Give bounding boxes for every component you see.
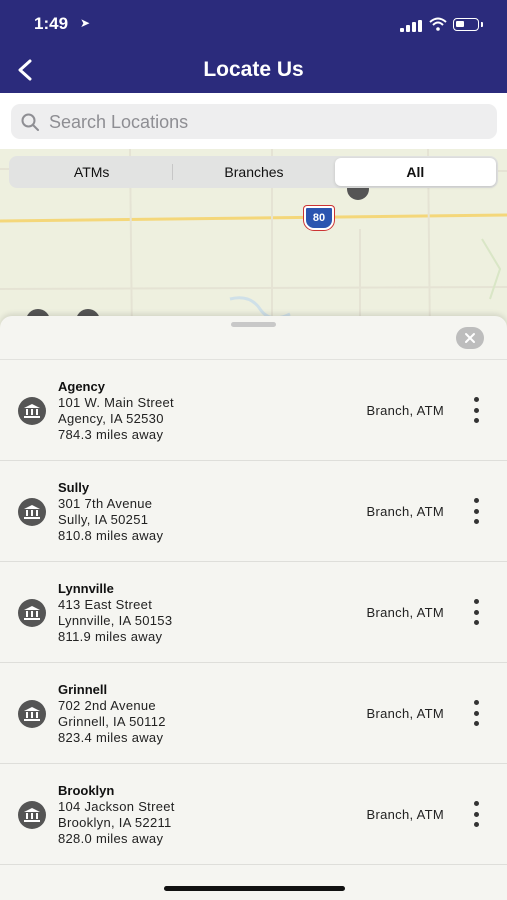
list-item[interactable]: Agency 101 W. Main Street Agency, IA 525… [0, 360, 507, 461]
more-options-button[interactable] [468, 498, 484, 524]
close-icon [465, 333, 475, 343]
bank-icon [18, 397, 46, 425]
location-city: Agency, IA 52530 [58, 411, 164, 426]
location-address: 702 2nd Avenue [58, 698, 156, 713]
location-distance: 784.3 miles away [58, 427, 164, 442]
location-type: Branch, ATM [366, 403, 444, 418]
search-icon [21, 113, 39, 131]
location-arrow-icon: ➤ [80, 16, 91, 30]
location-name: Lynnville [58, 581, 114, 596]
search-input[interactable] [47, 104, 491, 141]
page-title: Locate Us [203, 58, 304, 81]
location-distance: 811.9 miles away [58, 629, 163, 644]
battery-icon [453, 18, 479, 31]
location-name: Agency [58, 379, 105, 394]
list-item[interactable]: Sully 301 7th Avenue Sully, IA 50251 810… [0, 461, 507, 562]
more-options-button[interactable] [468, 397, 484, 423]
bank-icon [18, 700, 46, 728]
app-header: 1:49 ➤ Locate Us [0, 0, 507, 93]
cellular-signal-icon [400, 20, 424, 32]
location-address: 101 W. Main Street [58, 395, 174, 410]
location-name: Grinnell [58, 682, 108, 697]
location-city: Brooklyn, IA 52211 [58, 815, 172, 830]
location-name: Brooklyn [58, 783, 115, 798]
location-type: Branch, ATM [366, 807, 444, 822]
location-city: Lynnville, IA 50153 [58, 613, 173, 628]
more-options-button[interactable] [468, 700, 484, 726]
highway-shield-icon: 80 [304, 206, 334, 230]
location-type: Branch, ATM [366, 706, 444, 721]
status-time: 1:49 [34, 14, 69, 33]
location-address: 104 Jackson Street [58, 799, 175, 814]
bank-icon [18, 498, 46, 526]
location-name: Sully [58, 480, 90, 495]
location-city: Grinnell, IA 50112 [58, 714, 166, 729]
location-filter-segmented-control: ATMs Branches All [9, 156, 498, 188]
location-distance: 823.4 miles away [58, 730, 164, 745]
more-options-button[interactable] [468, 599, 484, 625]
location-distance: 810.8 miles away [58, 528, 164, 543]
location-address: 413 East Street [58, 597, 153, 612]
wifi-icon [429, 17, 447, 31]
list-item[interactable]: Brooklyn 104 Jackson Street Brooklyn, IA… [0, 764, 507, 865]
location-address: 301 7th Avenue [58, 496, 153, 511]
tab-all[interactable]: All [334, 158, 496, 186]
location-type: Branch, ATM [366, 605, 444, 620]
location-distance: 828.0 miles away [58, 831, 164, 846]
list-item[interactable]: Grinnell 702 2nd Avenue Grinnell, IA 501… [0, 663, 507, 764]
bank-icon [18, 599, 46, 627]
home-indicator[interactable] [164, 886, 345, 891]
bank-icon [18, 801, 46, 829]
close-button[interactable] [456, 327, 484, 349]
search-bar [0, 93, 507, 149]
tab-branches[interactable]: Branches [173, 158, 334, 186]
sheet-grabber-handle[interactable] [231, 322, 276, 327]
locations-sheet: Agency 101 W. Main Street Agency, IA 525… [0, 316, 507, 900]
search-box[interactable] [11, 104, 497, 141]
more-options-button[interactable] [468, 801, 484, 827]
location-type: Branch, ATM [366, 504, 444, 519]
location-city: Sully, IA 50251 [58, 512, 149, 527]
tab-atms[interactable]: ATMs [11, 158, 172, 186]
locations-list: Agency 101 W. Main Street Agency, IA 525… [0, 360, 507, 865]
list-item[interactable]: Lynnville 413 East Street Lynnville, IA … [0, 562, 507, 663]
